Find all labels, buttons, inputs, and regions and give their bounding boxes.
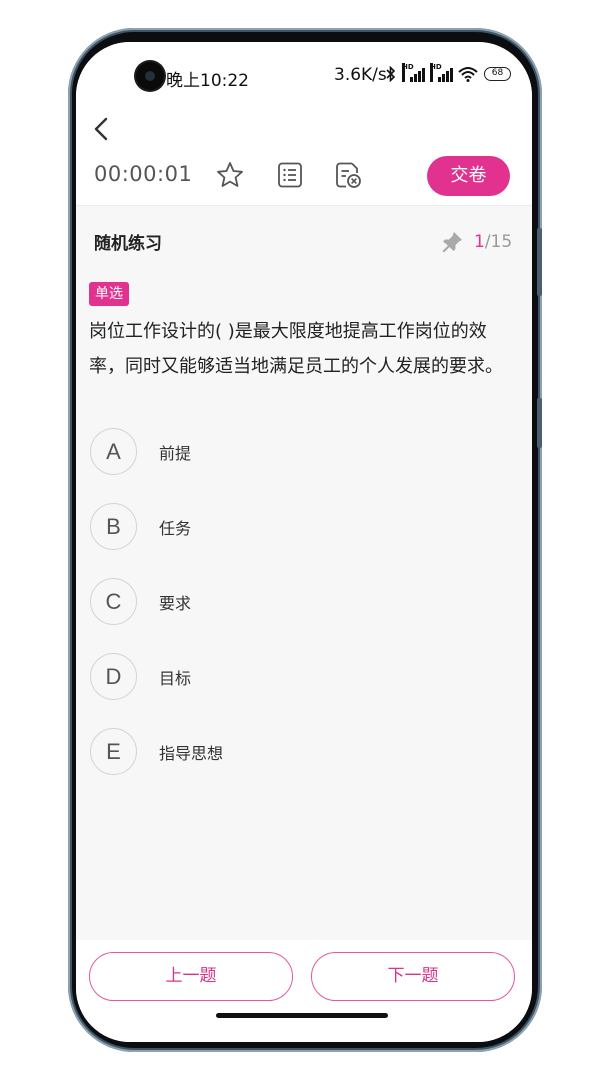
list-icon[interactable] — [275, 160, 305, 190]
power-button — [537, 398, 542, 448]
total-questions: /15 — [484, 232, 513, 252]
option-letter: B — [90, 503, 137, 550]
option-text: 要求 — [159, 594, 192, 613]
previous-question-button[interactable]: 上一题 — [89, 952, 293, 1001]
submit-exam-button[interactable]: 交卷 — [427, 156, 510, 196]
bottom-nav: 上一题 下一题 — [76, 940, 532, 1042]
option-d[interactable]: D 目标 — [90, 653, 510, 701]
current-question: 1 — [474, 232, 485, 252]
star-icon[interactable] — [215, 160, 245, 190]
option-text: 前提 — [159, 444, 192, 463]
volume-button — [537, 228, 542, 296]
next-question-button[interactable]: 下一题 — [311, 952, 515, 1001]
home-indicator[interactable] — [216, 1013, 388, 1018]
pin-icon[interactable] — [440, 230, 464, 254]
option-text: 指导思想 — [159, 744, 224, 763]
wifi-icon — [458, 67, 478, 82]
quiz-header: 00:00:01 交卷 — [76, 104, 532, 206]
front-camera — [136, 62, 164, 90]
option-c[interactable]: C 要求 — [90, 578, 510, 626]
question-text: 岗位工作设计的( )是最大限度地提高工作岗位的效率，同时又能够适当地满足员工的个… — [89, 321, 503, 377]
quiz-title: 随机练习 — [94, 234, 162, 254]
elapsed-timer: 00:00:01 — [94, 162, 193, 186]
document-delete-icon[interactable] — [333, 160, 363, 190]
option-b[interactable]: B 任务 — [90, 503, 510, 551]
option-letter: A — [90, 428, 137, 475]
option-text: 任务 — [159, 519, 192, 538]
question-type-badge: 单选 — [89, 282, 129, 306]
option-a[interactable]: A 前提 — [90, 428, 510, 476]
battery-level: 68 — [491, 68, 504, 78]
hd-signal-icon: HD — [430, 63, 453, 82]
option-letter: C — [90, 578, 137, 625]
question-counter: 1/15 — [474, 232, 512, 252]
screen: 晚上10:22 3.6K/s HD HD 68 00:00:01 交卷 随机练习… — [76, 42, 532, 1042]
status-bar: 晚上10:22 3.6K/s HD HD 68 — [76, 42, 532, 104]
bluetooth-icon — [386, 66, 396, 82]
chevron-left-icon[interactable] — [90, 114, 114, 144]
option-text: 目标 — [159, 669, 192, 688]
hd-signal-icon: HD — [402, 63, 425, 82]
status-time: 晚上10:22 — [166, 71, 249, 91]
network-speed: 3.6K/s — [334, 65, 387, 85]
status-icons: HD HD 68 — [386, 63, 511, 84]
option-letter: D — [90, 653, 137, 700]
battery-icon: 68 — [484, 67, 511, 81]
option-letter: E — [90, 728, 137, 775]
option-e[interactable]: E 指导思想 — [90, 728, 510, 776]
